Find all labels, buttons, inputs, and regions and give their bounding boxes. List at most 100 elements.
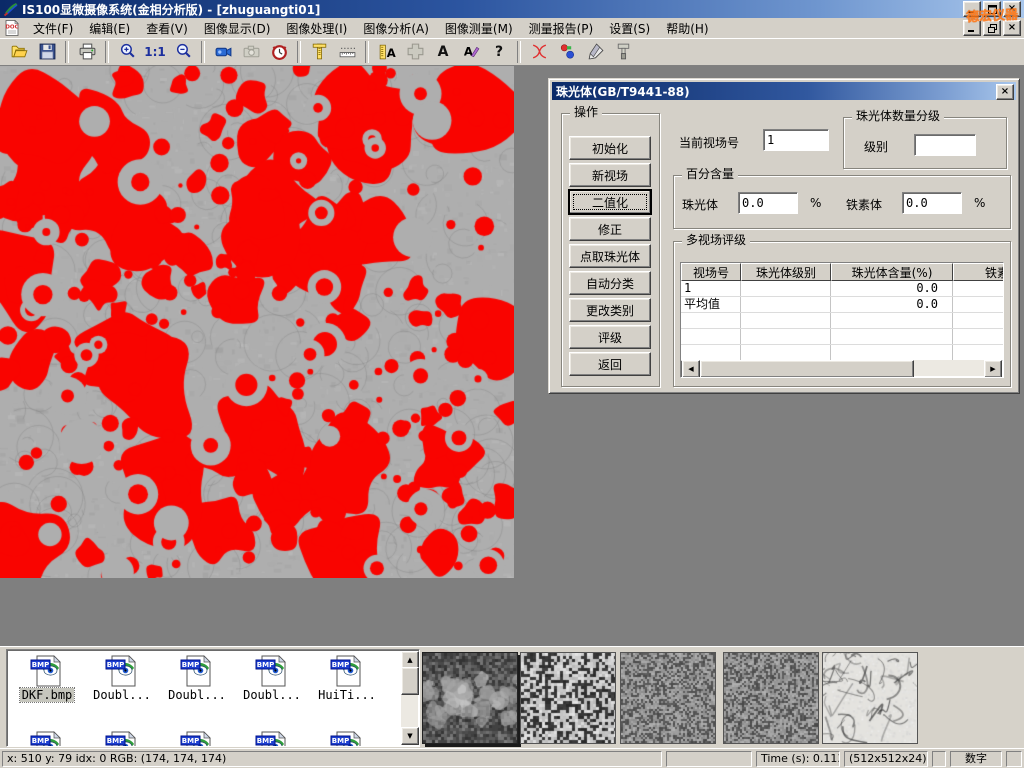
brush-tool-icon[interactable] <box>610 40 636 64</box>
op-button-7[interactable]: 更改类别 <box>569 298 651 322</box>
hscroll-track[interactable] <box>914 360 984 376</box>
hscroll-thumb[interactable] <box>700 360 914 378</box>
edit-label-icon[interactable]: A <box>458 40 484 64</box>
thumbnail-4[interactable] <box>723 652 819 744</box>
menu-items: 文件(F)编辑(E)查看(V)图像显示(D)图像处理(I)图像分析(A)图像测量… <box>25 20 717 37</box>
menu-item-2[interactable]: 编辑(E) <box>81 20 138 38</box>
rating-table-row[interactable] <box>681 329 1004 345</box>
zoom-out-icon[interactable] <box>170 40 196 64</box>
print-icon[interactable] <box>74 40 100 64</box>
hscroll-left-icon[interactable]: ◀ <box>682 360 700 378</box>
status-empty-2 <box>932 751 946 767</box>
bmp-file-icon: BMP <box>12 730 82 747</box>
actual-size-icon[interactable]: 1:1 <box>142 40 168 64</box>
zoom-in-icon[interactable] <box>114 40 140 64</box>
menu-item-9[interactable]: 设置(S) <box>601 20 658 38</box>
op-button-1[interactable]: 初始化 <box>569 136 651 160</box>
classify-icon[interactable] <box>554 40 580 64</box>
thumbnail-5[interactable] <box>822 652 918 744</box>
file-browser-vscrollbar[interactable]: ▲ ▼ <box>401 651 418 745</box>
ferrite-input[interactable] <box>902 192 962 214</box>
rating-column-header[interactable]: 珠光体级别 <box>741 263 831 281</box>
file-item[interactable]: BMPDoubl... <box>237 654 307 702</box>
file-item[interactable]: BMPDoubl... <box>162 654 232 702</box>
rating-table-row[interactable]: 平均值0.0 <box>681 297 1004 313</box>
child-close-icon[interactable]: × <box>1003 20 1021 36</box>
op-button-2[interactable]: 新视场 <box>569 163 651 187</box>
file-item[interactable]: BMP <box>162 730 232 747</box>
dialog-close-icon[interactable]: × <box>996 84 1014 100</box>
op-button-8[interactable]: 评级 <box>569 325 651 349</box>
menu-item-1[interactable]: 文件(F) <box>25 20 81 38</box>
open-file-icon[interactable] <box>6 40 32 64</box>
current-field-input[interactable] <box>763 129 829 151</box>
op-button-3[interactable]: 二值化 <box>569 190 651 214</box>
pearlite-input[interactable] <box>738 192 798 214</box>
rating-column-header[interactable]: 铁素体 <box>953 263 1004 281</box>
merge-icon[interactable] <box>402 40 428 64</box>
rating-table-cell <box>681 329 741 344</box>
bmp-file-icon: BMP <box>237 730 307 747</box>
op-button-6[interactable]: 自动分类 <box>569 271 651 295</box>
ferrite-unit: % <box>974 196 985 210</box>
help-icon[interactable]: ? <box>486 40 512 64</box>
menu-item-7[interactable]: 图像测量(M) <box>437 20 521 38</box>
thumbnail-3[interactable] <box>620 652 716 744</box>
rating-table-row[interactable]: 10.0 <box>681 281 1004 297</box>
ruler-icon[interactable] <box>334 40 360 64</box>
curve-tool-icon[interactable] <box>526 40 552 64</box>
op-button-9[interactable]: 返回 <box>569 352 651 376</box>
caliper-icon[interactable] <box>306 40 332 64</box>
rating-table-cell <box>831 329 953 344</box>
rating-table[interactable]: 视场号珠光体级别珠光体含量(%)铁素体 10.0平均值0.0 ◀ ▶ <box>680 262 1004 378</box>
vscroll-down-icon[interactable]: ▼ <box>401 727 419 745</box>
micrograph-image[interactable] <box>0 66 514 578</box>
save-icon[interactable] <box>34 40 60 64</box>
video-capture-icon[interactable] <box>210 40 236 64</box>
menu-item-10[interactable]: 帮助(H) <box>658 20 716 38</box>
file-item[interactable]: BMP <box>87 730 157 747</box>
rating-table-hscrollbar[interactable]: ◀ ▶ <box>682 360 1002 376</box>
op-button-5[interactable]: 点取珠光体 <box>569 244 651 268</box>
dialog-title-bar[interactable]: 珠光体(GB/T9441-88) × <box>552 82 1016 100</box>
camera-capture-icon[interactable] <box>238 40 264 64</box>
rating-table-row[interactable] <box>681 313 1004 329</box>
file-item[interactable]: BMP <box>312 730 382 747</box>
menu-item-4[interactable]: 图像显示(D) <box>196 20 279 38</box>
hscroll-right-icon[interactable]: ▶ <box>984 360 1002 378</box>
text-label-icon[interactable]: A <box>430 40 456 64</box>
timer-icon[interactable] <box>266 40 292 64</box>
menu-item-6[interactable]: 图像分析(A) <box>355 20 437 38</box>
measure-label-icon[interactable]: A <box>374 40 400 64</box>
op-button-4[interactable]: 修正 <box>569 217 651 241</box>
file-item[interactable]: BMP <box>237 730 307 747</box>
child-minimize-icon[interactable] <box>963 20 981 36</box>
svg-text:BMP: BMP <box>257 737 274 745</box>
minimize-icon[interactable] <box>963 1 981 17</box>
svg-text:BMP: BMP <box>257 661 274 669</box>
child-restore-icon[interactable] <box>983 20 1001 36</box>
rating-column-header[interactable]: 珠光体含量(%) <box>831 263 953 281</box>
operations-group: 操作 初始化新视场二值化修正点取珠光体自动分类更改类别评级返回 <box>561 113 660 387</box>
thumbnail-1[interactable] <box>422 652 518 744</box>
menu-item-3[interactable]: 查看(V) <box>138 20 196 38</box>
file-item[interactable]: BMP <box>12 730 82 747</box>
svg-text:BMP: BMP <box>32 661 49 669</box>
pearlite-dialog: 珠光体(GB/T9441-88) × 操作 初始化新视场二值化修正点取珠光体自动… <box>548 78 1020 394</box>
thumbnail-2[interactable] <box>520 652 616 744</box>
file-browser[interactable]: BMPDKF.bmpBMPDoubl...BMPDoubl...BMPDoubl… <box>6 649 420 747</box>
rating-column-header[interactable]: 视场号 <box>681 263 741 281</box>
grade-input[interactable] <box>914 134 976 156</box>
menu-item-8[interactable]: 测量报告(P) <box>521 20 602 38</box>
file-item[interactable]: BMPHuiTi... <box>312 654 382 702</box>
menu-item-5[interactable]: 图像处理(I) <box>278 20 355 38</box>
file-item[interactable]: BMPDKF.bmp <box>12 654 82 702</box>
vscroll-thumb[interactable] <box>401 667 419 695</box>
close-icon[interactable]: × <box>1003 1 1021 17</box>
pen-tool-icon[interactable] <box>582 40 608 64</box>
file-item[interactable]: BMPDoubl... <box>87 654 157 702</box>
maximize-icon[interactable] <box>983 1 1001 17</box>
pearlite-unit: % <box>810 196 821 210</box>
rating-table-row[interactable] <box>681 345 1004 361</box>
toolbar-separator <box>517 41 521 63</box>
